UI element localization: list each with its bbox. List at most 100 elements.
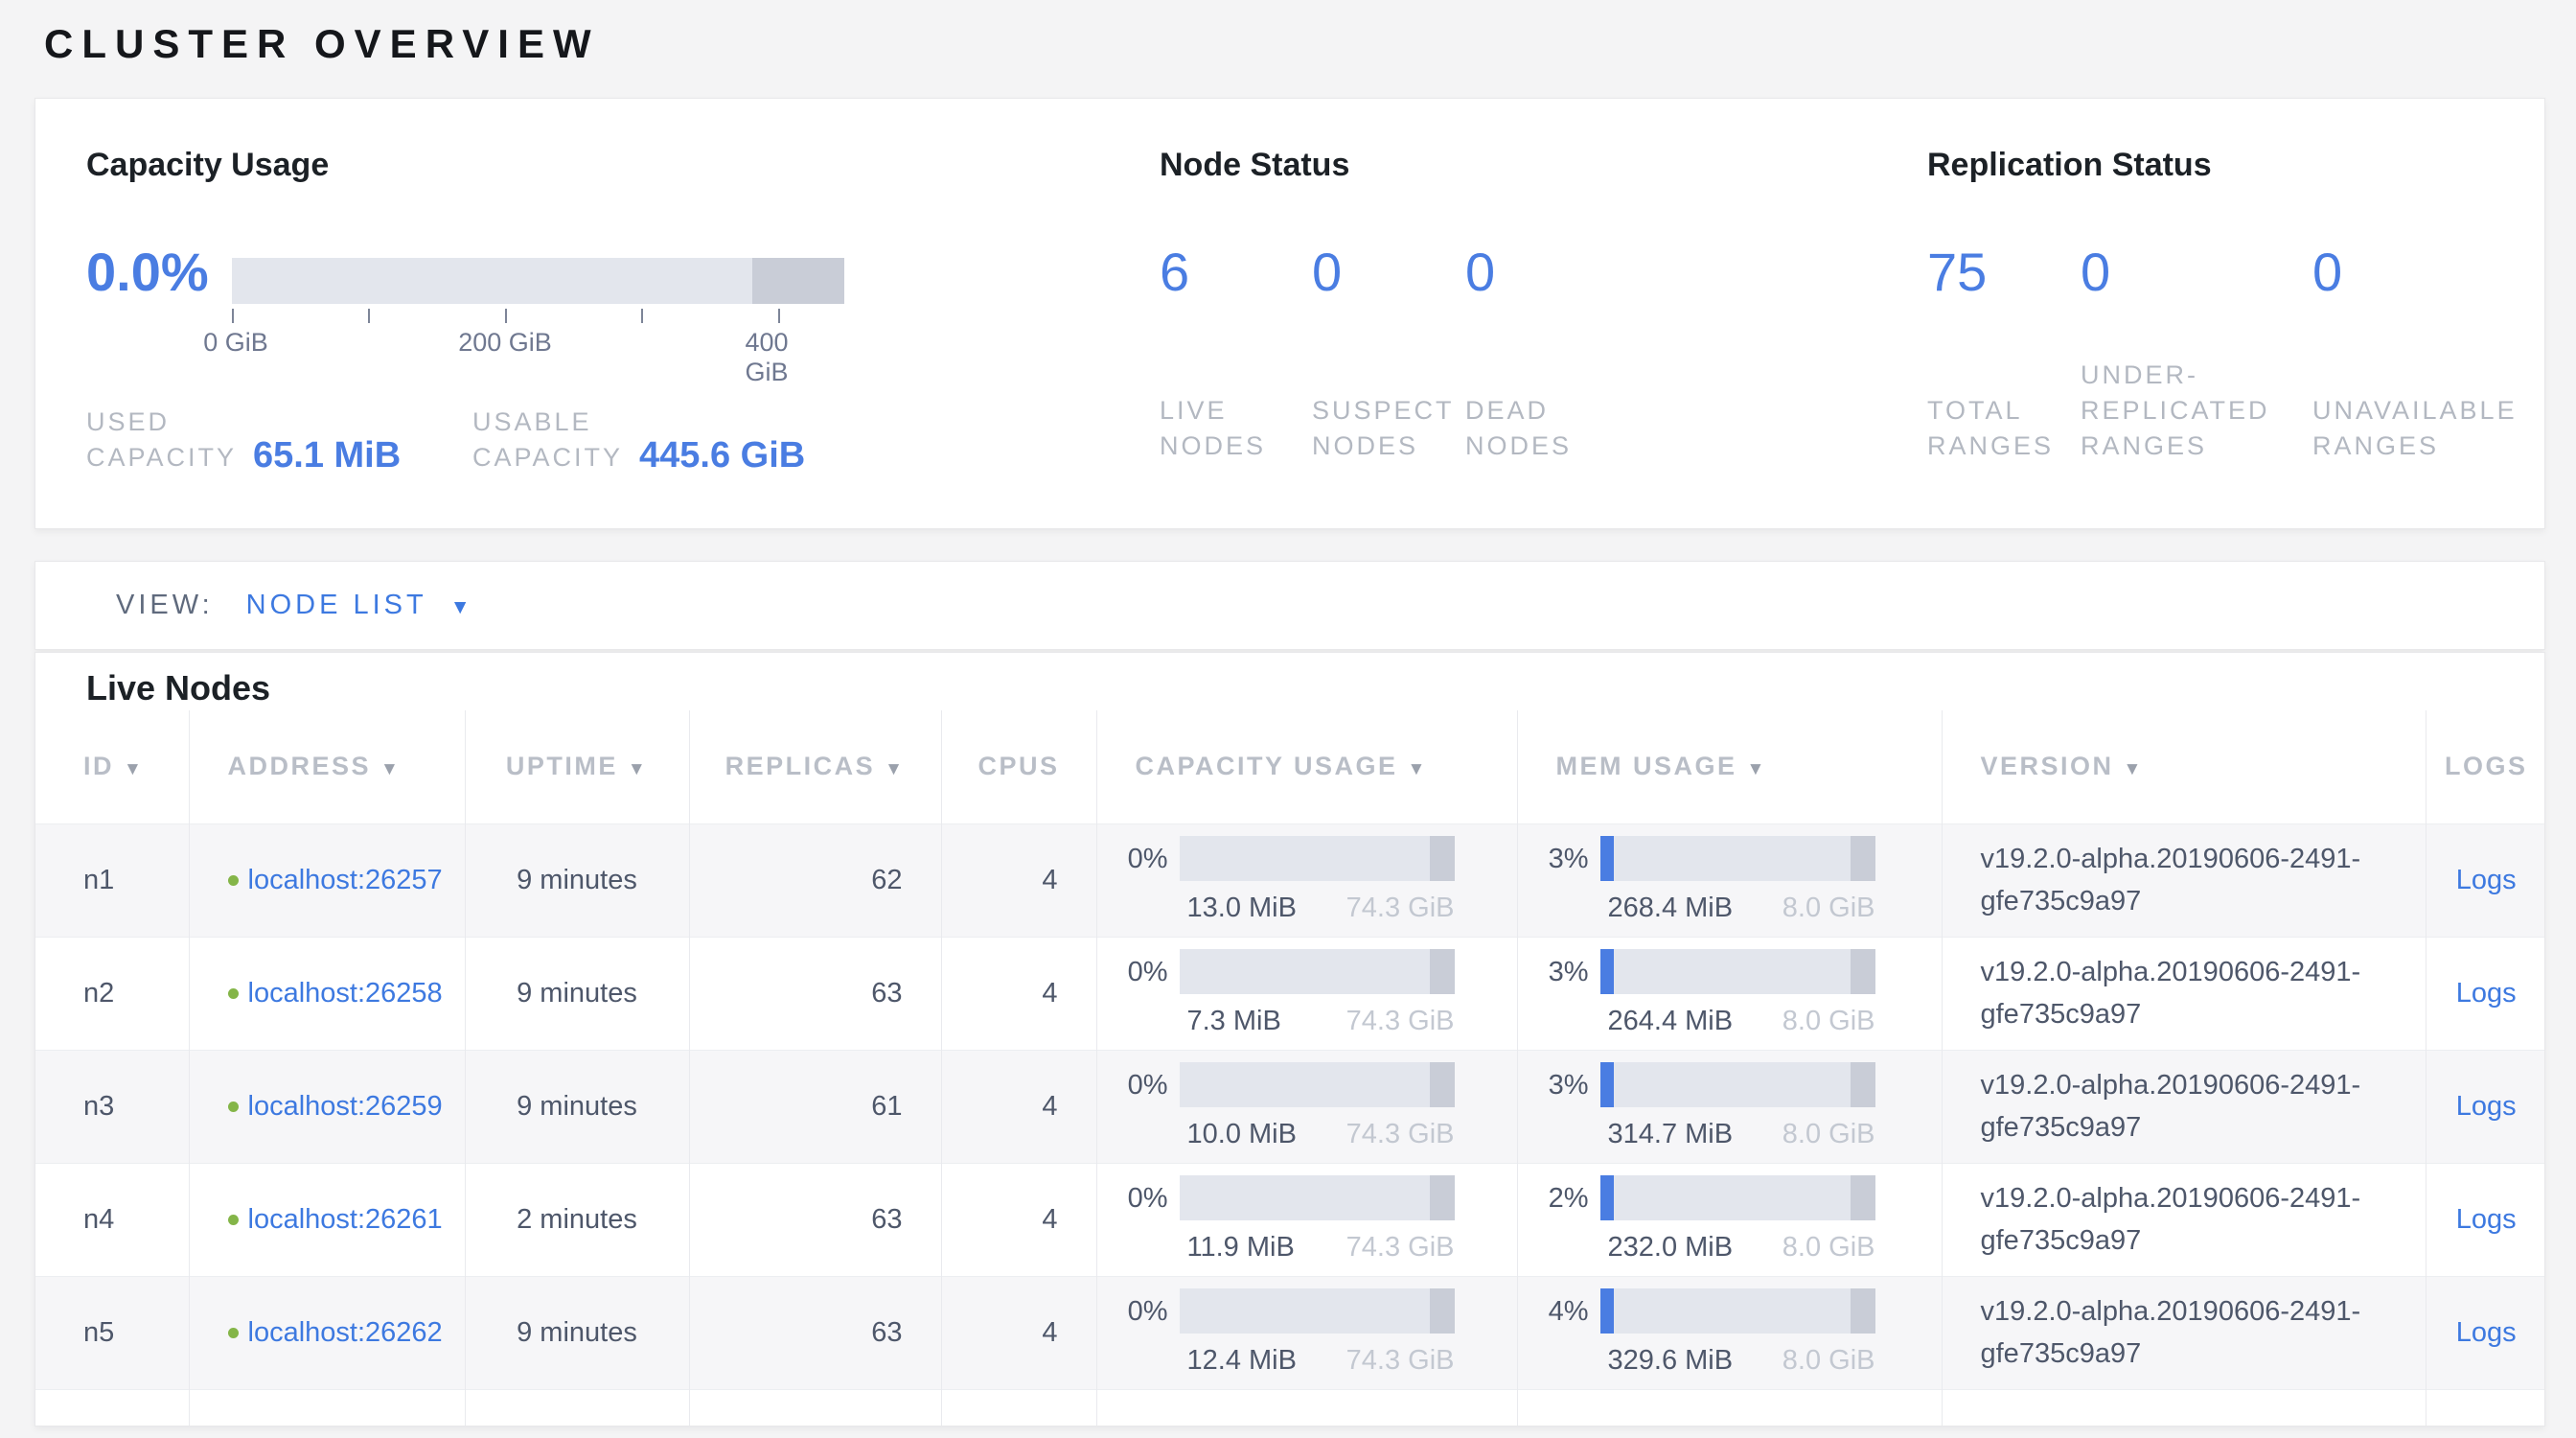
view-label: VIEW: xyxy=(116,590,214,621)
node-id: n3 xyxy=(35,1050,189,1163)
logs-link[interactable]: Logs xyxy=(2456,1204,2517,1235)
node-cpus: 4 xyxy=(941,1050,1096,1163)
column-header-mem-usage[interactable]: MEM USAGE▼ xyxy=(1517,710,1942,823)
chevron-down-icon[interactable]: ▼ xyxy=(450,592,471,619)
column-header-logs: LOGS xyxy=(2426,710,2545,823)
live-status-dot xyxy=(228,1102,239,1112)
node-uptime: 9 minutes xyxy=(465,823,689,937)
mem-usage-cell: 3%264.4 MiB8.0 GiB xyxy=(1518,949,1942,1037)
sort-arrow-icon[interactable]: ▼ xyxy=(124,759,144,779)
table-row: n5 localhost:26262 9 minutes 63 4 0%12.4… xyxy=(35,1276,2545,1389)
logs-link[interactable]: Logs xyxy=(2456,1317,2517,1348)
unavailable-ranges-stat: 0 UNAVAILABLE RANGES xyxy=(2312,245,2538,464)
node-version: v19.2.0-alpha.20190606-2491-gfe735c9a97 xyxy=(1942,1163,2426,1276)
axis-label-0gib: 0 GiB xyxy=(203,328,268,358)
used-capacity-value: 65.1 MiB xyxy=(253,435,401,476)
node-id: n1 xyxy=(35,823,189,937)
capacity-bar xyxy=(232,258,844,304)
node-address-link[interactable]: localhost:26262 xyxy=(248,1311,445,1354)
mem-usage-cell: 3%268.4 MiB8.0 GiB xyxy=(1518,836,1942,924)
capacity-bar xyxy=(1180,1288,1455,1334)
capacity-bar xyxy=(1180,949,1455,994)
capacity-bar xyxy=(1180,1062,1455,1107)
axis-label-400gib: 400 GiB xyxy=(746,328,812,387)
capacity-usage-section: Capacity Usage 0.0% 0 GiB xyxy=(86,147,930,475)
mem-bar xyxy=(1600,949,1875,994)
node-id: n2 xyxy=(35,937,189,1050)
sort-arrow-icon[interactable]: ▼ xyxy=(885,759,905,779)
node-replicas: 63 xyxy=(689,1276,941,1389)
used-capacity-label: USED CAPACITY xyxy=(86,405,240,475)
node-uptime: 9 minutes xyxy=(465,937,689,1050)
live-status-dot xyxy=(228,875,239,886)
suspect-nodes-stat: 0 SUSPECT NODES xyxy=(1312,245,1465,464)
column-header-uptime[interactable]: UPTIME▼ xyxy=(465,710,689,823)
node-cpus: 4 xyxy=(941,823,1096,937)
node-address-link[interactable]: localhost:26261 xyxy=(248,1198,445,1241)
dead-nodes-stat: 0 DEAD NODES xyxy=(1465,245,1609,464)
node-cpus: 4 xyxy=(941,1276,1096,1389)
mem-usage-cell: 3%314.7 MiB8.0 GiB xyxy=(1518,1062,1942,1150)
column-header-replicas[interactable]: REPLICAS▼ xyxy=(689,710,941,823)
live-nodes-table: ID▼ ADDRESS▼ UPTIME▼ REPLICAS▼ CPUS CAPA… xyxy=(35,710,2545,1426)
mem-bar xyxy=(1600,836,1875,881)
node-address-link[interactable]: localhost:26258 xyxy=(248,972,445,1014)
node-cpus: 4 xyxy=(941,937,1096,1050)
node-status-section: Node Status 6 LIVE NODES 0 SUSPECT NODES… xyxy=(1160,147,1850,464)
capacity-usage-title: Capacity Usage xyxy=(86,147,930,184)
capacity-axis-ticks xyxy=(232,309,844,326)
node-address-link[interactable]: localhost:26259 xyxy=(248,1085,445,1127)
node-uptime: 9 minutes xyxy=(465,1050,689,1163)
view-dropdown-value[interactable]: NODE LIST xyxy=(246,590,427,621)
usable-capacity-value: 445.6 GiB xyxy=(639,435,805,476)
column-header-capacity-usage[interactable]: CAPACITY USAGE▼ xyxy=(1096,710,1517,823)
view-dropdown[interactable]: NODE LIST ▼ xyxy=(246,590,471,621)
node-replicas: 63 xyxy=(689,937,941,1050)
live-nodes-panel: Live Nodes ID▼ ADDRESS▼ UPTIME▼ REPLICAS… xyxy=(34,652,2545,1426)
capacity-bar xyxy=(1180,1175,1455,1220)
used-capacity-stat: USED CAPACITY 65.1 MiB xyxy=(86,405,472,475)
node-id: n5 xyxy=(35,1276,189,1389)
live-status-dot xyxy=(228,1215,239,1225)
usable-capacity-label: USABLE CAPACITY xyxy=(472,405,626,475)
mem-bar xyxy=(1600,1175,1875,1220)
logs-link[interactable]: Logs xyxy=(2456,1091,2517,1122)
capacity-usage-cell: 0%10.0 MiB74.3 GiB xyxy=(1097,1062,1517,1150)
capacity-usage-cell: 0%13.0 MiB74.3 GiB xyxy=(1097,836,1517,924)
capacity-usage-gauge: 0 GiB 200 GiB 400 GiB xyxy=(232,258,844,360)
logs-link[interactable]: Logs xyxy=(2456,978,2517,1009)
mem-usage-cell: 2%232.0 MiB8.0 GiB xyxy=(1518,1175,1942,1264)
logs-link[interactable]: Logs xyxy=(2456,865,2517,895)
node-address-link[interactable]: localhost:26257 xyxy=(248,859,445,901)
sort-arrow-icon[interactable]: ▼ xyxy=(380,759,401,779)
node-version: v19.2.0-alpha.20190606-2491-gfe735c9a97 xyxy=(1942,823,2426,937)
node-status-title: Node Status xyxy=(1160,147,1850,184)
table-row: n2 localhost:26258 9 minutes 63 4 0%7.3 … xyxy=(35,937,2545,1050)
live-status-dot xyxy=(228,988,239,999)
column-header-version[interactable]: VERSION▼ xyxy=(1942,710,2426,823)
node-version: v19.2.0-alpha.20190606-2491-gfe735c9a97 xyxy=(1942,937,2426,1050)
total-ranges-stat: 75 TOTAL RANGES xyxy=(1927,245,2081,464)
capacity-usage-cell: 0%7.3 MiB74.3 GiB xyxy=(1097,949,1517,1037)
column-header-address[interactable]: ADDRESS▼ xyxy=(189,710,465,823)
sort-arrow-icon[interactable]: ▼ xyxy=(1747,759,1767,779)
sort-arrow-icon[interactable]: ▼ xyxy=(2124,759,2144,779)
mem-bar xyxy=(1600,1062,1875,1107)
mem-usage-cell: 4%329.6 MiB8.0 GiB xyxy=(1518,1288,1942,1377)
node-uptime: 9 minutes xyxy=(465,1276,689,1389)
sort-arrow-icon[interactable]: ▼ xyxy=(1408,759,1428,779)
mem-bar xyxy=(1600,1288,1875,1334)
node-version: v19.2.0-alpha.20190606-2491-gfe735c9a97 xyxy=(1942,1050,2426,1163)
replication-status-section: Replication Status 75 TOTAL RANGES 0 UND… xyxy=(1927,147,2541,464)
capacity-usage-cell: 0%12.4 MiB74.3 GiB xyxy=(1097,1288,1517,1377)
usable-capacity-stat: USABLE CAPACITY 445.6 GiB xyxy=(472,405,805,475)
axis-label-200gib: 200 GiB xyxy=(458,328,552,358)
table-row: n1 localhost:26257 9 minutes 62 4 0%13.0… xyxy=(35,823,2545,937)
replication-status-title: Replication Status xyxy=(1927,147,2541,184)
node-replicas: 63 xyxy=(689,1163,941,1276)
column-header-id[interactable]: ID▼ xyxy=(35,710,189,823)
sort-arrow-icon[interactable]: ▼ xyxy=(628,759,648,779)
node-cpus: 4 xyxy=(941,1163,1096,1276)
node-replicas: 61 xyxy=(689,1050,941,1163)
live-nodes-title: Live Nodes xyxy=(35,653,2544,710)
